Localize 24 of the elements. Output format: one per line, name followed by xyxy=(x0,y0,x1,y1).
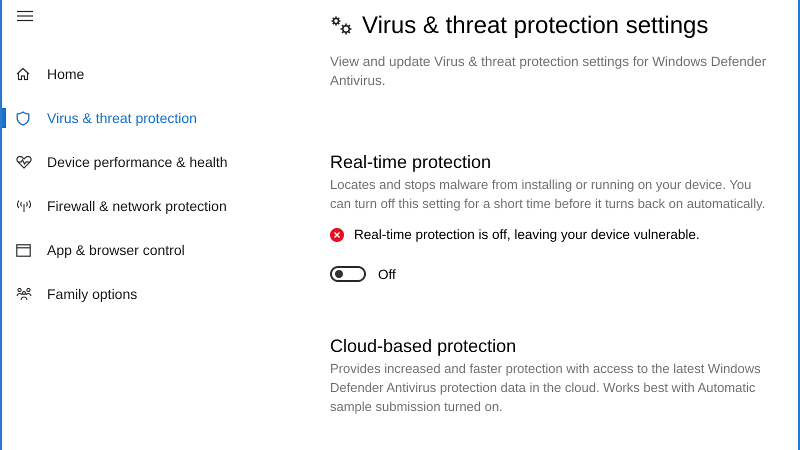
shield-icon xyxy=(16,110,30,126)
section-description: Provides increased and faster protection with access to the latest Windows Defender Antivirus protection data in the cloud. Works best with Automatic sample submission turned on. xyxy=(330,360,762,416)
section-description: Locates and stops malware from installing or running on your device. You can turn off this setting for a short time before it turns back on automatically. xyxy=(330,176,766,213)
page-description: View and update Virus & threat protection settings for Windows Defender Antivirus. xyxy=(330,53,768,90)
window-icon xyxy=(16,244,31,256)
home-icon xyxy=(16,67,30,81)
status-message: Real-time protection is off, leaving your device vulnerable. xyxy=(354,227,700,242)
gears-icon xyxy=(330,15,354,37)
family-icon xyxy=(16,287,32,301)
section-heading: Cloud-based protection xyxy=(330,336,518,357)
nav-item[interactable]: Home xyxy=(2,52,300,96)
toggle-label: Off xyxy=(378,266,396,282)
nav-item[interactable]: Virus & threat protection xyxy=(2,96,300,140)
toggle-switch[interactable] xyxy=(330,266,366,282)
nav-item[interactable]: Firewall & network protection xyxy=(2,184,300,228)
nav-item[interactable]: App & browser control xyxy=(2,228,300,272)
antenna-icon xyxy=(16,199,32,213)
nav-item[interactable]: Family options xyxy=(2,272,300,316)
error-icon xyxy=(330,228,344,242)
nav-item[interactable]: Device performance & health xyxy=(2,140,300,184)
page-title: Virus & threat protection settings xyxy=(362,12,708,40)
heartbeat-icon xyxy=(16,155,32,169)
menu-icon[interactable] xyxy=(16,10,34,22)
section-heading: Real-time protection xyxy=(330,152,492,173)
